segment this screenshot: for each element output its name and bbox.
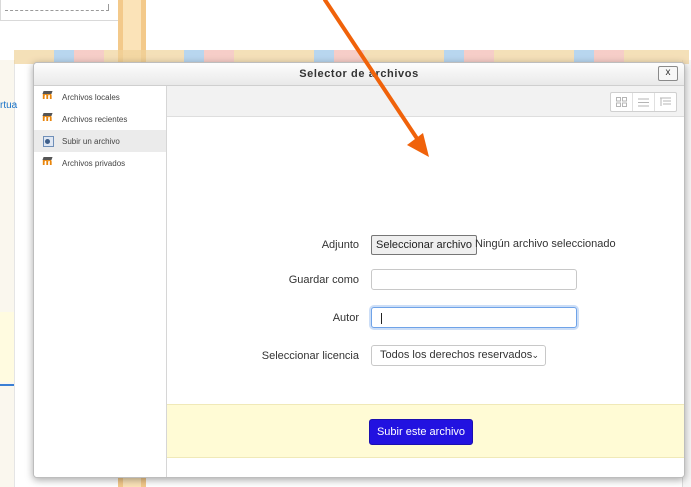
- moodle-icon: m: [42, 113, 53, 124]
- author-input[interactable]: [371, 307, 577, 328]
- chevron-down-icon: ⌄: [531, 350, 539, 360]
- save-as-label: Guardar como: [288, 274, 359, 286]
- tree-view-icon: [660, 97, 671, 106]
- sidebar-item-label: Subir un archivo: [62, 136, 120, 146]
- list-view-button[interactable]: [633, 93, 655, 111]
- background-divider: [0, 384, 14, 386]
- icons-view-button[interactable]: [611, 93, 633, 111]
- author-label: Autor: [332, 312, 359, 324]
- background-text-fragment: rtua: [0, 100, 18, 111]
- license-label: Seleccionar licencia: [261, 350, 359, 362]
- sidebar-item-upload-file[interactable]: Subir un archivo: [34, 130, 166, 152]
- dialog-title: Selector de archivos: [299, 68, 419, 80]
- author-row: Autor: [167, 307, 684, 331]
- choose-file-button[interactable]: Seleccionar archivo: [371, 235, 477, 255]
- file-picker-dialog: Selector de archivos x m Archivos locale…: [33, 62, 685, 478]
- moodle-icon: m: [42, 91, 53, 102]
- license-row: Seleccionar licencia Todos los derechos …: [167, 345, 684, 369]
- background-left-column: [0, 60, 15, 487]
- save-as-input[interactable]: [371, 269, 577, 290]
- view-switcher: [610, 92, 677, 112]
- upload-file-button[interactable]: Subir este archivo: [369, 419, 473, 445]
- attachment-label: Adjunto: [321, 239, 359, 251]
- license-selected-value: Todos los derechos reservados: [380, 349, 533, 361]
- tree-view-button[interactable]: [655, 93, 676, 111]
- license-select[interactable]: Todos los derechos reservados ⌄: [371, 345, 546, 366]
- close-button[interactable]: x: [658, 66, 678, 81]
- save-as-row: Guardar como: [167, 269, 684, 293]
- picker-toolbar: [167, 86, 684, 117]
- submit-area: Subir este archivo: [167, 404, 684, 458]
- sidebar-item-label: Archivos privados: [62, 158, 126, 168]
- moodle-icon: m: [42, 157, 53, 168]
- upload-form: Adjunto Seleccionar archivo Ningún archi…: [167, 117, 684, 477]
- icons-view-icon: [616, 97, 627, 107]
- text-caret: [381, 313, 382, 324]
- repository-sidebar: m Archivos locales m Archivos recientes …: [34, 86, 167, 477]
- sidebar-item-private-files[interactable]: m Archivos privados: [34, 152, 166, 174]
- sidebar-item-recent-files[interactable]: m Archivos recientes: [34, 108, 166, 130]
- sidebar-item-local-files[interactable]: m Archivos locales: [34, 86, 166, 108]
- sidebar-item-label: Archivos recientes: [62, 114, 128, 124]
- list-view-icon: [638, 98, 649, 106]
- sidebar-item-label: Archivos locales: [62, 92, 120, 102]
- background-card: [0, 0, 120, 21]
- upload-icon: [42, 136, 54, 147]
- background-band: [0, 312, 14, 382]
- attachment-row: Adjunto Seleccionar archivo Ningún archi…: [167, 234, 684, 258]
- dialog-header: Selector de archivos x: [34, 63, 684, 86]
- file-status-text: Ningún archivo seleccionado: [475, 238, 616, 250]
